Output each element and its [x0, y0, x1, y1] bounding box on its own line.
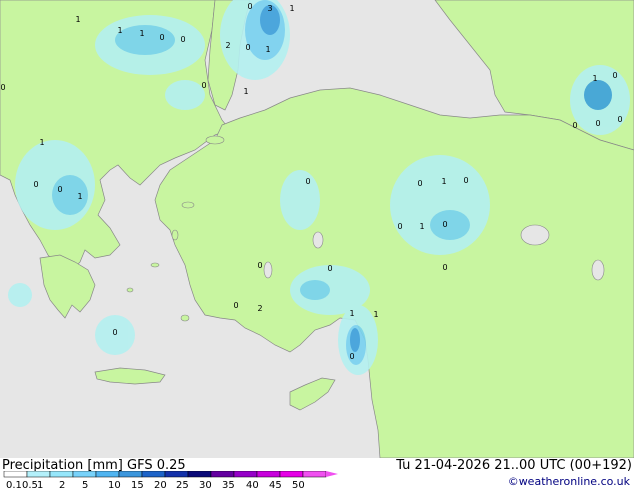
scale-label: 30: [199, 480, 212, 490]
precip-value-label: 0: [463, 176, 468, 185]
scale-swatch: [118, 471, 143, 478]
island: [150, 262, 160, 268]
scale-swatch: [187, 471, 212, 478]
island: [181, 201, 195, 209]
scale-swatch: [3, 471, 28, 478]
scale-swatch: [233, 471, 258, 478]
scale-label: 2: [59, 480, 65, 490]
scale-swatch: [256, 471, 281, 478]
island: [126, 287, 134, 293]
precip-value-label: 0: [612, 71, 617, 80]
island: [205, 135, 225, 145]
scale-label: 35: [222, 480, 235, 490]
scale-swatch: [210, 471, 235, 478]
scale-label: 1: [37, 480, 43, 490]
precip-value-label: 1: [75, 15, 80, 24]
precip-value-label: 0: [442, 220, 447, 229]
scale-label: 5: [82, 480, 88, 490]
precip-value-label: 0: [442, 263, 447, 272]
lake: [263, 261, 273, 279]
scale-swatch: [141, 471, 166, 478]
precip-value-label: 1: [419, 222, 424, 231]
precip-value-label: 2: [225, 41, 230, 50]
precip-value-label: 1: [592, 74, 597, 83]
precip-value-label: 1: [139, 29, 144, 38]
precip-value-label: 0: [180, 35, 185, 44]
precip-value-label: 0: [112, 328, 117, 337]
precip-value-label: 0: [397, 222, 402, 231]
scale-label: 10: [108, 480, 121, 490]
island: [180, 314, 190, 322]
scale-swatch: [95, 471, 120, 478]
scale-label: 20: [154, 480, 167, 490]
precip-value-label: 1: [373, 310, 378, 319]
precip-value-label: 0: [159, 33, 164, 42]
footer-bar: Precipitation [mm] GFS 0.25 Tu 21-04-202…: [0, 458, 634, 490]
lake: [591, 259, 605, 281]
scale-label: 25: [176, 480, 189, 490]
precip-value-label: 0: [257, 261, 262, 270]
scale-label: 15: [131, 480, 144, 490]
scale-swatch: [72, 471, 97, 478]
precip-value-label: 1: [265, 45, 270, 54]
scale-swatch: [279, 471, 304, 478]
precipitation-map: 0 3 1 1 1 1 0 0 2 0 1 0 0 1 1 0 0 0 0 1 0 0 1 0 0 1 0 0 1 0 0 0 0 0 2 1 1 0 0: [0, 0, 634, 459]
precip-value-label: 0: [349, 352, 354, 361]
precip-value-label: 3: [267, 4, 272, 13]
scale-swatch: [26, 471, 51, 478]
color-scale: 0.1 0.5 1 2 5 10 15 20 25 30 35 40 45 50: [3, 471, 338, 490]
precip-value-label: 0: [305, 177, 310, 186]
precip-value-label: 1: [39, 138, 44, 147]
precip-value-label: 0: [0, 83, 5, 92]
precip-value-label: 2: [257, 304, 262, 313]
scale-label: 40: [246, 480, 259, 490]
scale-label: 0.1: [6, 480, 22, 490]
precip-value-label: 0: [572, 121, 577, 130]
scale-arrow: [326, 471, 338, 477]
precip-value-label: 1: [117, 26, 122, 35]
precip-value-label: 0: [201, 81, 206, 90]
precip-value-label: 0: [57, 185, 62, 194]
precip-value-label: 0: [617, 115, 622, 124]
precip-value-label: 0: [417, 179, 422, 188]
precip-value-label: 0: [595, 119, 600, 128]
lake: [312, 231, 324, 249]
scale-swatch: [302, 471, 327, 478]
scale-label: 0.5: [22, 480, 38, 490]
scale-label: 50: [292, 480, 305, 490]
precip-value-label: 1: [77, 192, 82, 201]
island: [171, 229, 179, 241]
precip-value-label: 0: [233, 301, 238, 310]
lake: [520, 224, 550, 246]
scale-swatch: [164, 471, 189, 478]
precip-value-label: 1: [289, 4, 294, 13]
credit-link[interactable]: ©weatheronline.co.uk: [508, 475, 630, 488]
precip-value-label: 1: [349, 309, 354, 318]
precip-value-label: 0: [33, 180, 38, 189]
precip-value-label: 1: [441, 177, 446, 186]
precip-value-label: 1: [243, 87, 248, 96]
precip-value-label: 0: [245, 43, 250, 52]
scale-swatch: [49, 471, 74, 478]
scale-label: 45: [269, 480, 282, 490]
precip-value-label: 0: [247, 2, 252, 11]
forecast-time: Tu 21-04-2026 21..00 UTC (00+192): [396, 458, 632, 473]
precip-value-label: 0: [327, 264, 332, 273]
